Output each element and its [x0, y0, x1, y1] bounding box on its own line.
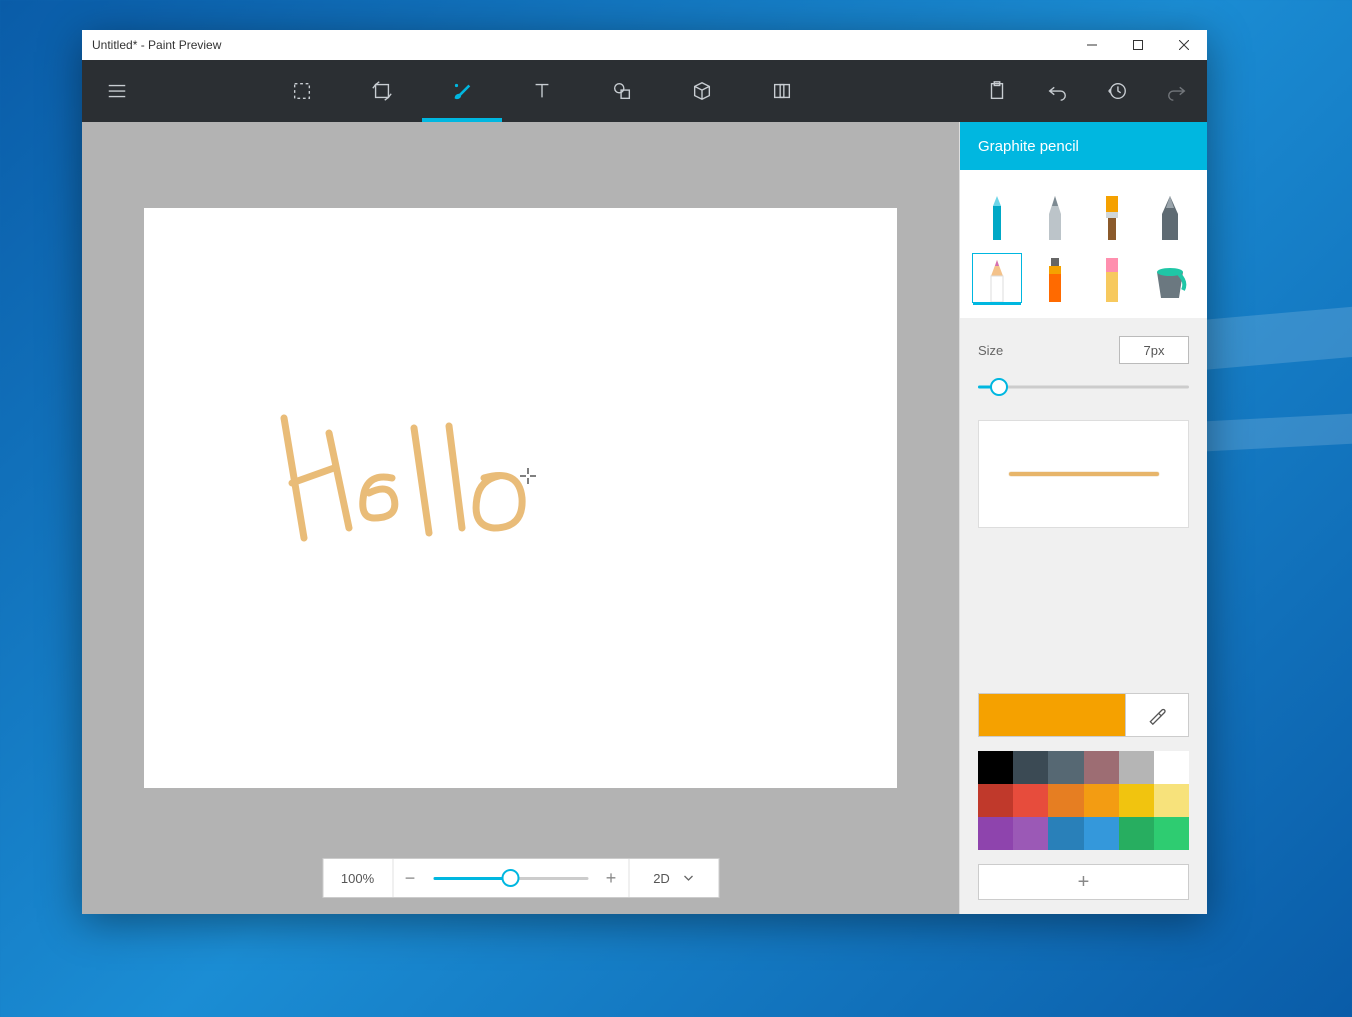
canvas-drawn-content [274, 408, 554, 568]
brush-tool[interactable] [422, 60, 502, 122]
zoom-out-button[interactable]: − [393, 859, 427, 897]
panel-header: Graphite pencil [960, 122, 1207, 170]
stroke-preview [978, 420, 1189, 528]
eyedropper-button[interactable] [1125, 693, 1189, 737]
zoom-percent-label[interactable]: 100% [323, 859, 393, 897]
paste-icon [986, 80, 1008, 102]
3d-objects-tool[interactable] [662, 60, 742, 122]
history-icon [1106, 80, 1128, 102]
color-swatch[interactable] [978, 751, 1013, 784]
color-swatch[interactable] [1048, 784, 1083, 817]
cube-3d-icon [691, 80, 713, 102]
app-window: Untitled* - Paint Preview [82, 30, 1207, 914]
color-swatch[interactable] [1013, 751, 1048, 784]
pen-brush[interactable] [1031, 192, 1079, 240]
view-mode-label: 2D [653, 871, 670, 886]
drawing-canvas[interactable] [144, 208, 897, 788]
zoom-slider-thumb[interactable] [502, 869, 520, 887]
color-swatch[interactable] [1154, 817, 1189, 850]
undo-button[interactable] [1027, 60, 1087, 122]
paste-button[interactable] [967, 60, 1027, 122]
redo-icon [1166, 80, 1188, 102]
minimize-button[interactable] [1069, 30, 1115, 60]
cursor-crosshair-icon [520, 468, 536, 484]
color-palette [978, 751, 1189, 850]
zoom-bar: 100% − + 2D [322, 858, 719, 898]
menu-button[interactable] [82, 60, 152, 122]
size-slider[interactable] [978, 378, 1189, 396]
stickers-icon [771, 80, 793, 102]
color-swatch[interactable] [1013, 784, 1048, 817]
fill-bucket-brush[interactable] [1146, 254, 1194, 302]
redo-button[interactable] [1147, 60, 1207, 122]
current-color-swatch[interactable] [978, 693, 1125, 737]
crop-resize-icon [371, 80, 393, 102]
color-swatch[interactable] [1048, 751, 1083, 784]
text-tool[interactable] [502, 60, 582, 122]
marker-brush[interactable] [973, 192, 1021, 240]
size-label: Size [978, 343, 1003, 358]
color-swatch[interactable] [1084, 751, 1119, 784]
text-icon [531, 80, 553, 102]
history-button[interactable] [1087, 60, 1147, 122]
preview-stroke-line [1009, 472, 1159, 476]
size-slider-thumb[interactable] [990, 378, 1008, 396]
side-panel: Graphite pencil [959, 122, 1207, 914]
window-title: Untitled* - Paint Preview [92, 38, 221, 52]
color-swatch[interactable] [1084, 817, 1119, 850]
maximize-button[interactable] [1115, 30, 1161, 60]
canvas-area: 100% − + 2D [82, 122, 959, 914]
ribbon-toolbar [82, 60, 1207, 122]
select-tool[interactable] [262, 60, 342, 122]
select-icon [291, 80, 313, 102]
view-mode-dropdown[interactable]: 2D [628, 859, 718, 897]
panel-title: Graphite pencil [978, 138, 1079, 155]
brush-picker [960, 170, 1207, 318]
shapes-tool[interactable] [582, 60, 662, 122]
zoom-in-button[interactable]: + [594, 859, 628, 897]
brush-size-block: Size 7px [960, 318, 1207, 420]
titlebar[interactable]: Untitled* - Paint Preview [82, 30, 1207, 60]
color-swatch[interactable] [1154, 784, 1189, 817]
color-swatch[interactable] [1048, 817, 1083, 850]
menu-icon [106, 80, 128, 102]
brush-icon [451, 80, 473, 102]
color-swatch[interactable] [1154, 751, 1189, 784]
chevron-down-icon [684, 873, 694, 883]
crop-resize-tool[interactable] [342, 60, 422, 122]
add-color-button[interactable]: + [978, 864, 1189, 900]
calligraphy-brush[interactable] [1146, 192, 1194, 240]
graphite-pencil-brush[interactable] [973, 254, 1021, 302]
color-swatch[interactable] [1084, 784, 1119, 817]
shapes-icon [611, 80, 633, 102]
zoom-slider[interactable] [427, 859, 594, 897]
paintbrush-brush[interactable] [1088, 192, 1136, 240]
stickers-tool[interactable] [742, 60, 822, 122]
color-swatch[interactable] [978, 784, 1013, 817]
size-input[interactable]: 7px [1119, 336, 1189, 364]
color-block: + [960, 693, 1207, 914]
color-swatch[interactable] [1119, 784, 1154, 817]
eyedropper-icon [1147, 705, 1167, 725]
spray-brush[interactable] [1031, 254, 1079, 302]
color-swatch[interactable] [1013, 817, 1048, 850]
color-swatch[interactable] [1119, 817, 1154, 850]
close-button[interactable] [1161, 30, 1207, 60]
eraser-brush[interactable] [1088, 254, 1136, 302]
color-swatch[interactable] [978, 817, 1013, 850]
undo-icon [1046, 80, 1068, 102]
color-swatch[interactable] [1119, 751, 1154, 784]
